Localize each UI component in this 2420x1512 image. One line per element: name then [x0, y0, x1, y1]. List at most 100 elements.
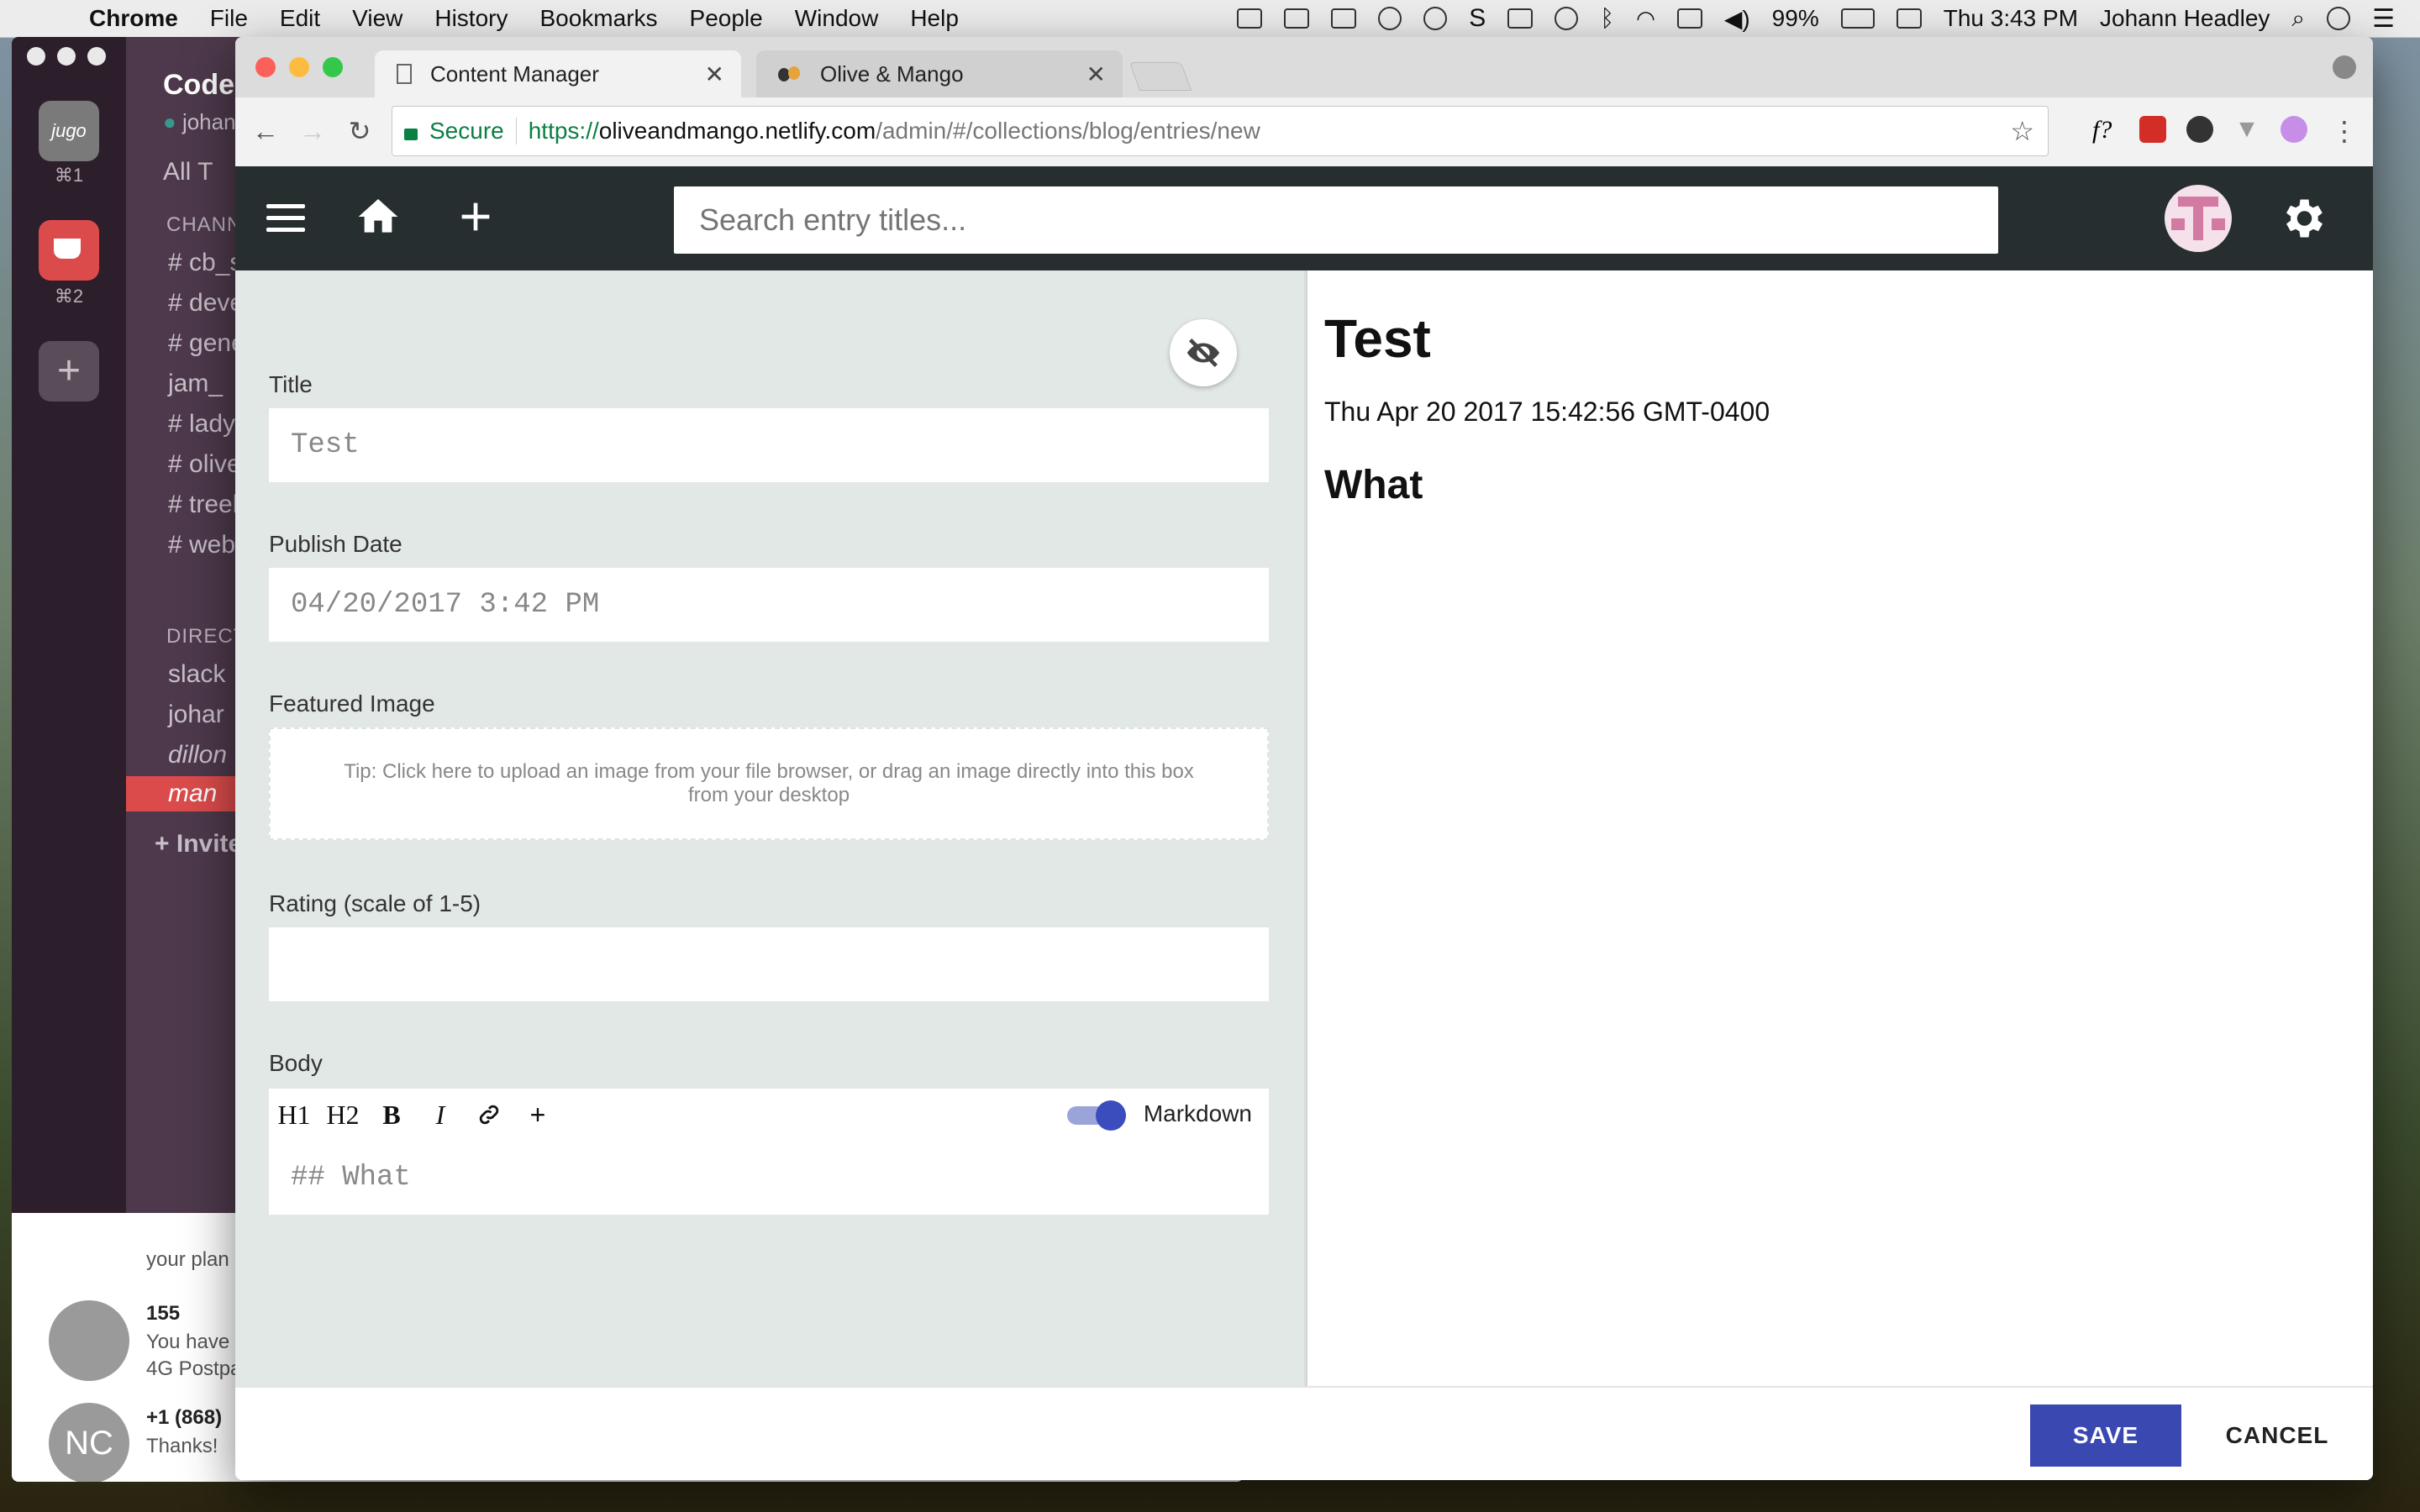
reload-icon[interactable]: ↻	[341, 113, 378, 150]
preview-pane: Test Thu Apr 20 2017 15:42:56 GMT-0400 W…	[1306, 270, 2373, 1386]
tab-content-manager[interactable]: Content Manager ✕	[375, 50, 741, 97]
siri-icon[interactable]	[2327, 7, 2351, 30]
user-name[interactable]: Johann Headley	[2100, 5, 2270, 32]
airplay-icon[interactable]	[1676, 8, 1702, 29]
channel-item[interactable]: jam_	[168, 370, 223, 398]
chrome-menu-icon[interactable]: ⋮	[2326, 113, 2363, 150]
ext-paint-icon[interactable]	[2281, 116, 2307, 143]
search-input[interactable]	[674, 186, 1998, 254]
preview-title: Test	[1324, 308, 1431, 369]
menu-edit[interactable]: Edit	[280, 5, 320, 32]
tab-olive-mango[interactable]: Olive & Mango ✕	[756, 50, 1123, 97]
message-sender: +1 (868)	[146, 1406, 223, 1429]
new-tab-button[interactable]	[1128, 62, 1192, 91]
channel-item[interactable]: # olive	[168, 450, 241, 479]
channel-item[interactable]: # cb_s	[168, 249, 242, 277]
preview-heading: What	[1324, 463, 1423, 507]
add-entry-icon[interactable]	[452, 193, 502, 244]
link-icon[interactable]	[472, 1098, 506, 1131]
close-window-button[interactable]	[255, 57, 276, 77]
avatar[interactable]	[49, 1300, 129, 1381]
circle-icon[interactable]	[1423, 7, 1448, 30]
channels-header[interactable]: CHANN	[166, 213, 242, 237]
title-input[interactable]: Test	[269, 408, 1269, 482]
close-tab-icon[interactable]: ✕	[705, 60, 724, 88]
dropbox-icon[interactable]	[1284, 8, 1310, 29]
italic-button[interactable]: I	[424, 1098, 457, 1131]
avatar[interactable]	[2165, 185, 2232, 252]
ext-formula-icon[interactable]: f?	[2092, 116, 2112, 144]
menu-file[interactable]: File	[210, 5, 248, 32]
cancel-button[interactable]: CANCEL	[2210, 1404, 2344, 1467]
time-machine-icon[interactable]	[1555, 7, 1579, 30]
omnibox-separator	[515, 118, 517, 144]
bookmark-star-icon[interactable]: ☆	[2010, 115, 2034, 147]
all-threads[interactable]: All T	[163, 158, 213, 186]
menu-bookmarks[interactable]: Bookmarks	[539, 5, 657, 32]
ext-v-icon[interactable]: ▼	[2233, 116, 2260, 143]
body-textarea[interactable]: ## What	[269, 1141, 1269, 1215]
dm-item[interactable]: slack	[168, 660, 225, 689]
team-jugo-icon[interactable]: jugo	[39, 101, 99, 161]
team-cup-icon[interactable]	[39, 220, 99, 281]
document-icon	[397, 64, 412, 84]
menu-icon[interactable]	[260, 197, 311, 247]
forward-icon[interactable]: →	[294, 113, 331, 150]
channel-item[interactable]: # deve	[168, 289, 244, 318]
clock[interactable]: Thu 3:43 PM	[1944, 5, 2078, 32]
notification-center-icon[interactable]: ☰	[2372, 4, 2395, 34]
s-icon[interactable]: S	[1469, 4, 1486, 33]
dm-item[interactable]: johar	[168, 701, 224, 729]
address-bar[interactable]: Secure https://oliveandmango.netlify.com…	[392, 106, 2049, 156]
image-upload-dropzone[interactable]: Tip: Click here to upload an image from …	[269, 727, 1269, 840]
rating-input[interactable]	[269, 927, 1269, 1001]
wifi-icon[interactable]: ◠	[1636, 6, 1655, 32]
publish-date-input[interactable]: 04/20/2017 3:42 PM	[269, 568, 1269, 642]
insert-plus-button[interactable]: +	[521, 1098, 555, 1131]
display-icon[interactable]	[1237, 8, 1263, 29]
ext-color-icon[interactable]	[2186, 116, 2213, 143]
drive-icon[interactable]	[1331, 8, 1357, 29]
volume-icon[interactable]: ◀)	[1724, 5, 1750, 33]
minimize-window-button[interactable]	[289, 57, 309, 77]
menu-people[interactable]: People	[690, 5, 763, 32]
close-tab-icon[interactable]: ✕	[1086, 60, 1106, 88]
spotlight-icon[interactable]: ⌕	[2291, 5, 2305, 33]
ext-lastpass-icon[interactable]	[2139, 116, 2166, 143]
battery-icon[interactable]	[1840, 8, 1875, 29]
markdown-toggle[interactable]	[1067, 1100, 1126, 1131]
chrome-window: Content Manager ✕ Olive & Mango ✕ ← → ↻ …	[235, 37, 2373, 1480]
url-path: /admin/#/collections/blog/entries/new	[876, 118, 1260, 144]
dm-item[interactable]: dillon	[168, 741, 227, 769]
heading1-button[interactable]: H1	[277, 1098, 311, 1131]
profile-icon[interactable]	[2333, 55, 2356, 79]
settings-gear-icon[interactable]	[2277, 193, 2328, 244]
creative-cloud-icon[interactable]	[1378, 7, 1402, 30]
menu-app-name[interactable]: Chrome	[89, 5, 178, 32]
add-team-button[interactable]: +	[39, 341, 99, 402]
message-sender: 155	[146, 1302, 181, 1325]
status-user[interactable]: ● johan	[163, 109, 236, 135]
home-icon[interactable]	[355, 193, 405, 244]
save-button[interactable]: SAVE	[2030, 1404, 2181, 1467]
menu-history[interactable]: History	[434, 5, 508, 32]
toggle-preview-button[interactable]	[1170, 319, 1237, 386]
cms-header	[235, 166, 2373, 270]
menu-view[interactable]: View	[352, 5, 402, 32]
channel-item[interactable]: # gene	[168, 329, 245, 358]
bold-button[interactable]: B	[375, 1098, 408, 1131]
heading2-button[interactable]: H2	[326, 1098, 360, 1131]
menu-window[interactable]: Window	[795, 5, 879, 32]
clipboard-icon[interactable]	[1507, 8, 1534, 29]
secure-label: Secure	[429, 118, 504, 144]
calendar-icon[interactable]	[1896, 8, 1922, 29]
team-1-shortcut: ⌘1	[54, 165, 84, 186]
bluetooth-icon[interactable]: ᛒ	[1600, 5, 1614, 32]
invite-link[interactable]: + Invite	[155, 830, 242, 858]
avatar[interactable]: NC	[49, 1403, 129, 1482]
message-preview: Thanks!	[146, 1435, 218, 1457]
menu-help[interactable]: Help	[910, 5, 959, 32]
back-icon[interactable]: ←	[247, 113, 284, 150]
channel-item[interactable]: # lady-	[168, 410, 244, 438]
maximize-window-button[interactable]	[323, 57, 343, 77]
